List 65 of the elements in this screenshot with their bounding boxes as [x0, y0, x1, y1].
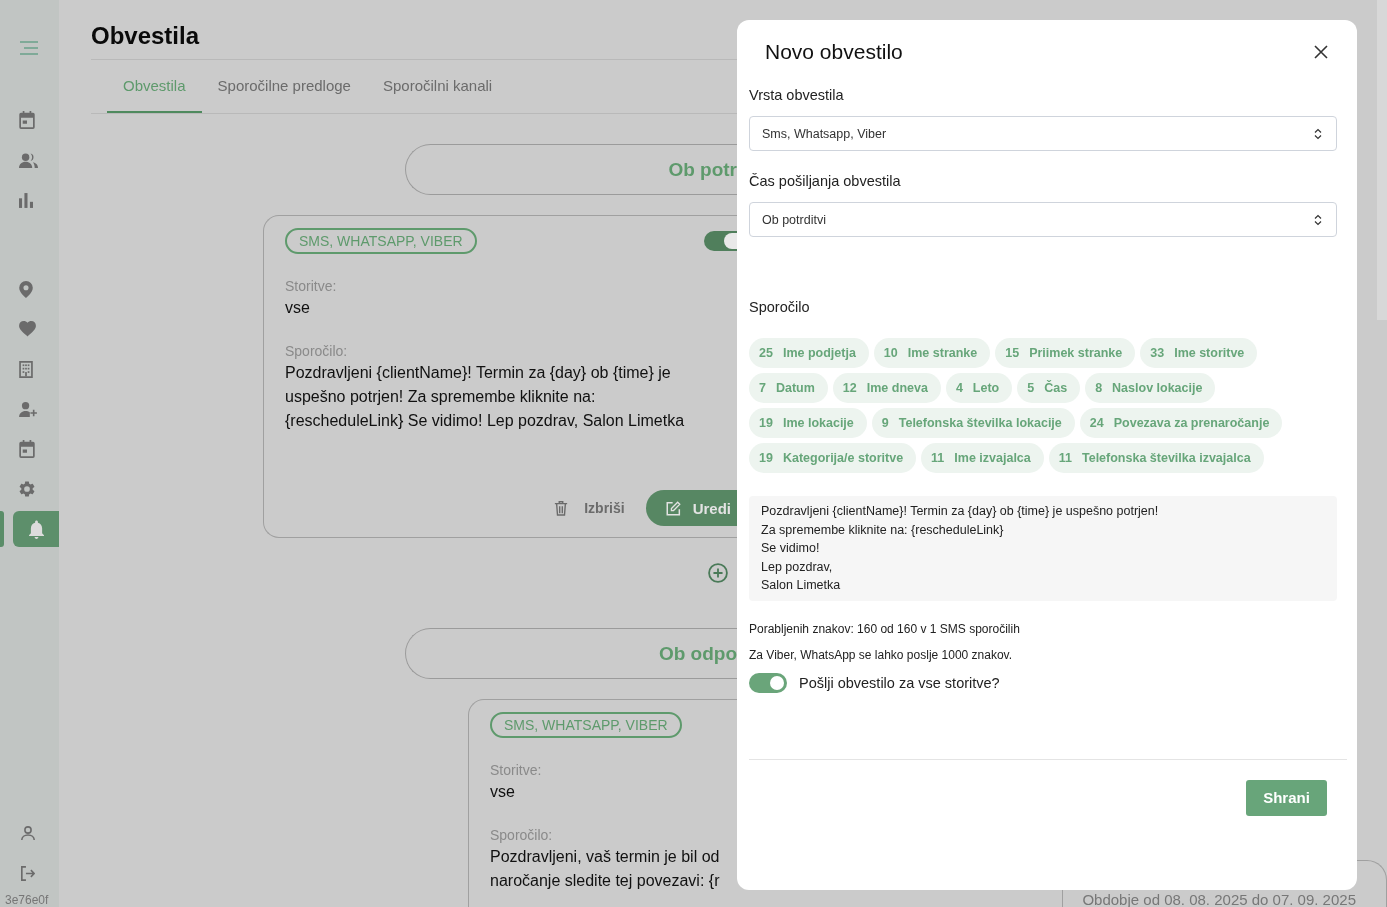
toggle-switch[interactable]: [704, 231, 737, 251]
users-icon: [19, 152, 38, 168]
map-pin-icon: [19, 280, 33, 298]
variable-button[interactable]: 24 Povezava za prenaročanje: [1079, 408, 1283, 438]
variable-button[interactable]: 4 Leto: [945, 373, 1013, 403]
message-text: Pozdravljeni {clientName}! Termin za {day} ob {time} je uspešno potrjen! Za spremembe kliknite na: {rescheduleLink} Se vidimo! Lep pozdrav, Salon Limetka: [285, 363, 686, 431]
variable-button[interactable]: 11 Ime izvajalca: [921, 443, 1044, 473]
variable-button[interactable]: 19 Ime lokacije: [749, 408, 867, 438]
calendar-icon: [19, 111, 35, 129]
field-label: Vrsta obvestila: [749, 86, 845, 105]
info-text: Za Viber, WhatsApp se lahko poslje 1000 znakov.: [749, 646, 1014, 663]
dialog-title: Novo obvestilo: [765, 40, 903, 64]
channel-tag: SMS, WHATSAPP, VIBER: [285, 228, 477, 254]
save-button[interactable]: Shrani: [1246, 779, 1327, 816]
chevron-updown-icon: [1314, 213, 1322, 226]
user-plus-icon: [19, 401, 37, 417]
settings-icon: [19, 481, 35, 497]
edit-icon: [665, 500, 681, 516]
variable-button[interactable]: 33 Ime storitve: [1140, 338, 1258, 368]
field-label: Storitve:: [285, 277, 338, 296]
active-indicator: [0, 511, 4, 547]
toggle-label: Pošlji obvestilo za vse storitve?: [799, 674, 1000, 691]
variable-button[interactable]: 9 Telefonska številka lokacije: [871, 408, 1075, 438]
field-label: Sporočilo:: [490, 826, 554, 845]
version-label: 3e76e0f: [4, 893, 50, 907]
variable-button[interactable]: 15 Priimek stranke: [995, 338, 1136, 368]
sidebar-item[interactable]: [13, 511, 59, 547]
field-value: vse: [285, 298, 311, 318]
toggle-switch[interactable]: [749, 672, 787, 693]
heart-icon: [19, 321, 36, 337]
field-label: Čas pošiljanja obvestila: [749, 172, 902, 191]
variable-button[interactable]: 10 Ime stranke: [873, 338, 991, 368]
message-field[interactable]: Pozdravljeni {clientName}! Termin za {day} ob {time} je uspešno potrjen! Za spremembe kliknite na: {rescheduleLink} Se vidimo! Lep pozdrav, Salon Limetka: [749, 496, 1337, 601]
variable-button[interactable]: 8 Naslov lokacije: [1085, 373, 1216, 403]
variable-button[interactable]: 12 Ime dneva: [832, 373, 941, 403]
select-field[interactable]: Sms, Whatsapp, Viber: [749, 116, 1337, 151]
field-label: Sporočilo: [749, 298, 811, 317]
select-field[interactable]: Ob potrditvi: [749, 202, 1337, 237]
plus-circle-icon[interactable]: [708, 563, 728, 583]
variable-button[interactable]: 19 Kategorija/e storitve: [749, 443, 917, 473]
variable-button[interactable]: 5 Čas: [1017, 373, 1081, 403]
building-icon: [19, 360, 33, 378]
message-text: Pozdravljeni, vaš termin je bil od naročanje sledite tej povezavi: {r: [490, 847, 721, 891]
page-title: Obvestila: [91, 0, 737, 60]
user-icon[interactable]: [21, 825, 35, 841]
variable-button[interactable]: 7 Datum: [749, 373, 828, 403]
bell-icon: [29, 519, 44, 539]
delete-button[interactable]: Izbriši: [550, 490, 635, 526]
trash-icon: [554, 500, 569, 516]
calendar-icon: [19, 440, 35, 458]
tab[interactable]: Sporočilne predloge: [201, 60, 367, 113]
tab[interactable]: Obvestila: [107, 60, 202, 113]
variable-button[interactable]: 11 Telefonska številka izvajalca: [1048, 443, 1264, 473]
tab[interactable]: Sporočilni kanali: [366, 60, 509, 113]
field-label: Storitve:: [490, 761, 543, 780]
bar-chart-icon: [19, 192, 33, 208]
chevron-updown-icon: [1314, 127, 1322, 140]
close-icon[interactable]: [1314, 45, 1328, 59]
field-label: Sporočilo:: [285, 342, 349, 361]
logout-icon[interactable]: [21, 865, 35, 881]
variable-button[interactable]: 25 Ime podjetja: [749, 338, 869, 368]
edit-button[interactable]: Uredi: [645, 490, 737, 526]
channel-tag: SMS, WHATSAPP, VIBER: [490, 712, 682, 738]
char-count-text: Porabljenih znakov: 160 od 160 v 1 SMS sporočilih: [749, 620, 1021, 637]
field-value: vse: [490, 782, 516, 802]
